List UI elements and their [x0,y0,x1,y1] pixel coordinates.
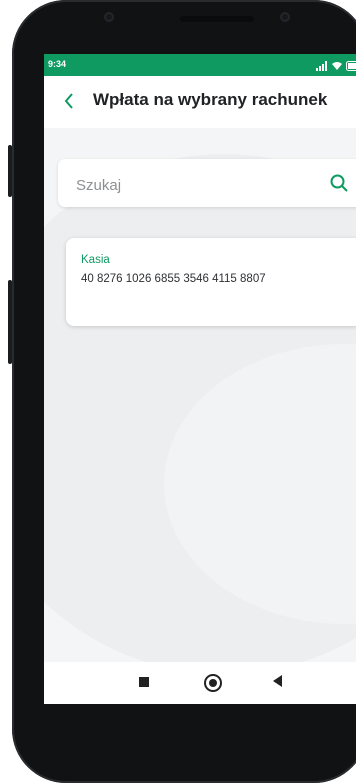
status-time: 9:34 [48,59,67,69]
home-icon[interactable] [204,674,222,692]
page-title: Wpłata na wybrany rachunek [93,90,328,109]
volume-button [8,145,12,197]
power-button [8,280,12,364]
app-screen: 9:34 Wpłata na wybrany rachunek Szukaj K… [44,54,356,704]
chevron-left-icon[interactable] [60,91,78,111]
account-number: 40 8276 1026 6855 3546 4115 8807 [81,273,266,285]
front-camera [104,12,114,22]
account-name: Kasia [81,254,110,266]
app-header: Wpłata na wybrany rachunek [44,76,356,128]
search-icon[interactable] [328,172,350,194]
search-input[interactable] [74,173,318,197]
phone-frame: 9:34 Wpłata na wybrany rachunek Szukaj K… [8,0,356,783]
wifi-icon [331,58,343,76]
sensor [280,12,290,22]
status-icons [316,58,356,76]
android-navigation-bar [44,662,356,704]
search-bar[interactable] [58,159,356,207]
signal-icon [316,58,328,76]
account-card[interactable]: Kasia 40 8276 1026 6855 3546 4115 8807 [66,238,356,326]
earpiece-speaker [180,16,254,22]
recent-apps-icon[interactable] [139,677,149,687]
battery-icon [346,58,356,76]
status-bar: 9:34 [44,54,356,76]
back-triangle-icon[interactable] [273,675,282,687]
